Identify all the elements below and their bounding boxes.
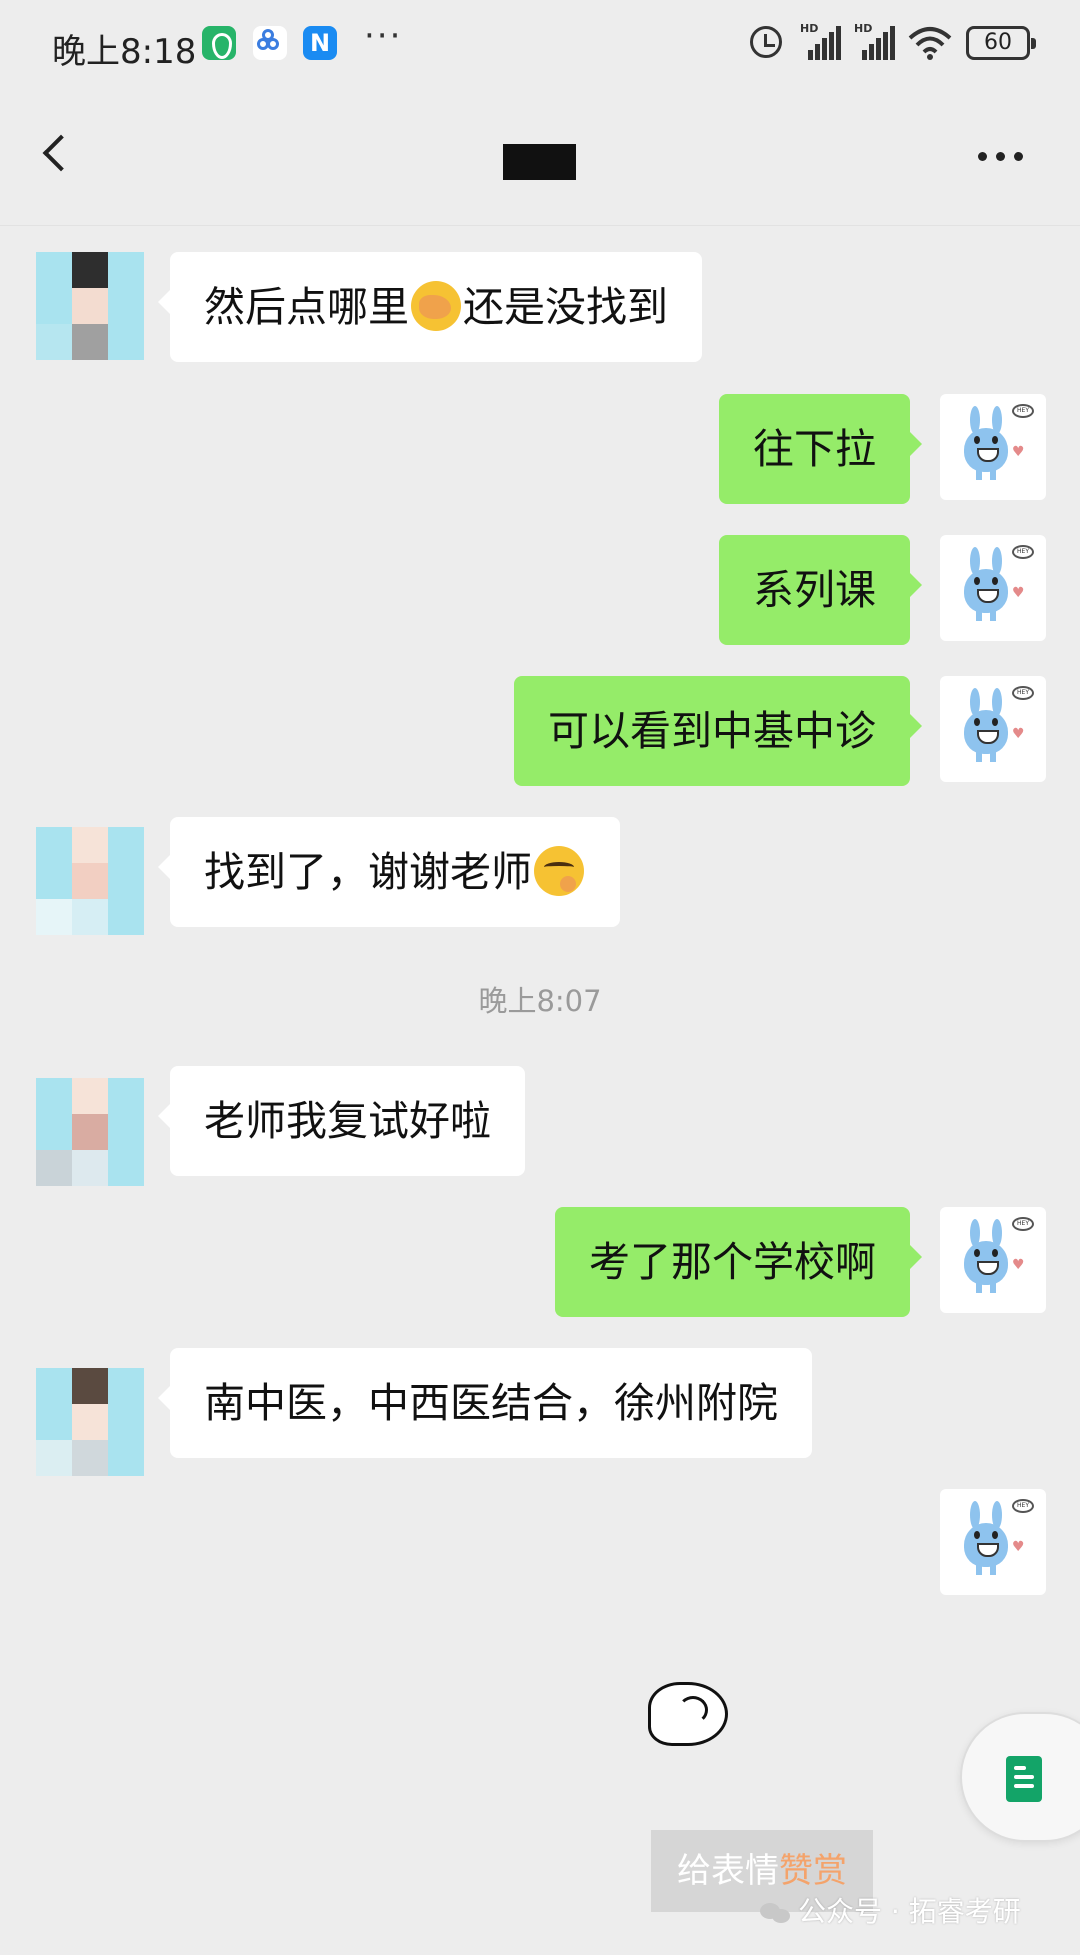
reward-label: 给表情 (677, 1851, 779, 1891)
watermark: 公众号 · 拓睿考研 (760, 1890, 1021, 1930)
status-bar: 晚上8:18 N ··· HD HD 60 (0, 0, 1080, 92)
my-avatar[interactable]: HEY ♥ (940, 676, 1046, 782)
more-options-button[interactable] (970, 132, 1030, 182)
outgoing-message[interactable]: 可以看到中基中诊 (514, 676, 922, 786)
my-avatar[interactable]: HEY ♥ (940, 535, 1046, 641)
facepalm-emoji-icon (411, 281, 461, 331)
message-text: 老师我复试好啦 (204, 1097, 491, 1145)
contact-avatar[interactable] (36, 1078, 144, 1186)
message-text: 还是没找到 (463, 283, 668, 331)
contact-avatar[interactable] (36, 827, 144, 935)
wechat-icon (760, 1901, 790, 1925)
reward-accent-label: 赞赏 (779, 1851, 847, 1891)
watermark-text: 公众号 · 拓睿考研 (798, 1895, 1021, 1928)
my-avatar[interactable]: HEY ♥ (940, 1489, 1046, 1595)
outgoing-message[interactable]: 考了那个学校啊 (555, 1207, 922, 1317)
cloud-drive-icon (253, 26, 287, 60)
more-dots-icon (978, 152, 987, 161)
my-avatar[interactable]: HEY ♥ (940, 1207, 1046, 1313)
hd-label-2: HD (854, 22, 873, 35)
my-avatar[interactable]: HEY ♥ (940, 394, 1046, 500)
battery-indicator: 60 (966, 26, 1036, 60)
message-text: 南中医，中西医结合，徐州附院 (204, 1379, 778, 1427)
incoming-message[interactable]: 找到了，谢谢老师 (158, 817, 620, 927)
status-time: 晚上8:18 (52, 32, 197, 72)
chat-title-redacted: ███ (503, 144, 576, 180)
message-text: 然后点哪里 (204, 283, 409, 331)
signal-icon: HD (800, 22, 842, 60)
incoming-message[interactable]: 然后点哪里 还是没找到 (158, 252, 702, 362)
back-button[interactable] (34, 132, 84, 182)
smirk-emoji-icon (534, 846, 584, 896)
more-notifications-icon: ··· (364, 16, 403, 56)
chat-header: ███ (0, 92, 1080, 226)
contact-avatar[interactable] (36, 252, 144, 360)
fist-sticker-icon[interactable] (640, 1668, 736, 1758)
floating-notes-button[interactable] (960, 1712, 1080, 1842)
outgoing-message[interactable]: 系列课 (719, 535, 922, 645)
document-icon (1006, 1756, 1042, 1802)
outgoing-message[interactable]: 往下拉 (719, 394, 922, 504)
message-text: 往下拉 (753, 425, 876, 473)
incoming-message[interactable]: 老师我复试好啦 (158, 1066, 525, 1176)
message-text: 可以看到中基中诊 (548, 707, 876, 755)
alarm-icon (750, 26, 782, 58)
message-text: 考了那个学校啊 (589, 1238, 876, 1286)
hd-label: HD (800, 22, 819, 35)
message-text: 系列课 (753, 566, 876, 614)
message-text: 找到了，谢谢老师 (204, 848, 532, 896)
incoming-message[interactable]: 南中医，中西医结合，徐州附院 (158, 1348, 812, 1458)
wifi-icon (908, 27, 952, 60)
contact-avatar[interactable] (36, 1368, 144, 1476)
security-app-icon (202, 26, 236, 60)
time-divider: 晚上8:07 (478, 984, 602, 1018)
n-app-icon: N (303, 26, 337, 60)
signal-icon-2: HD (854, 22, 896, 60)
